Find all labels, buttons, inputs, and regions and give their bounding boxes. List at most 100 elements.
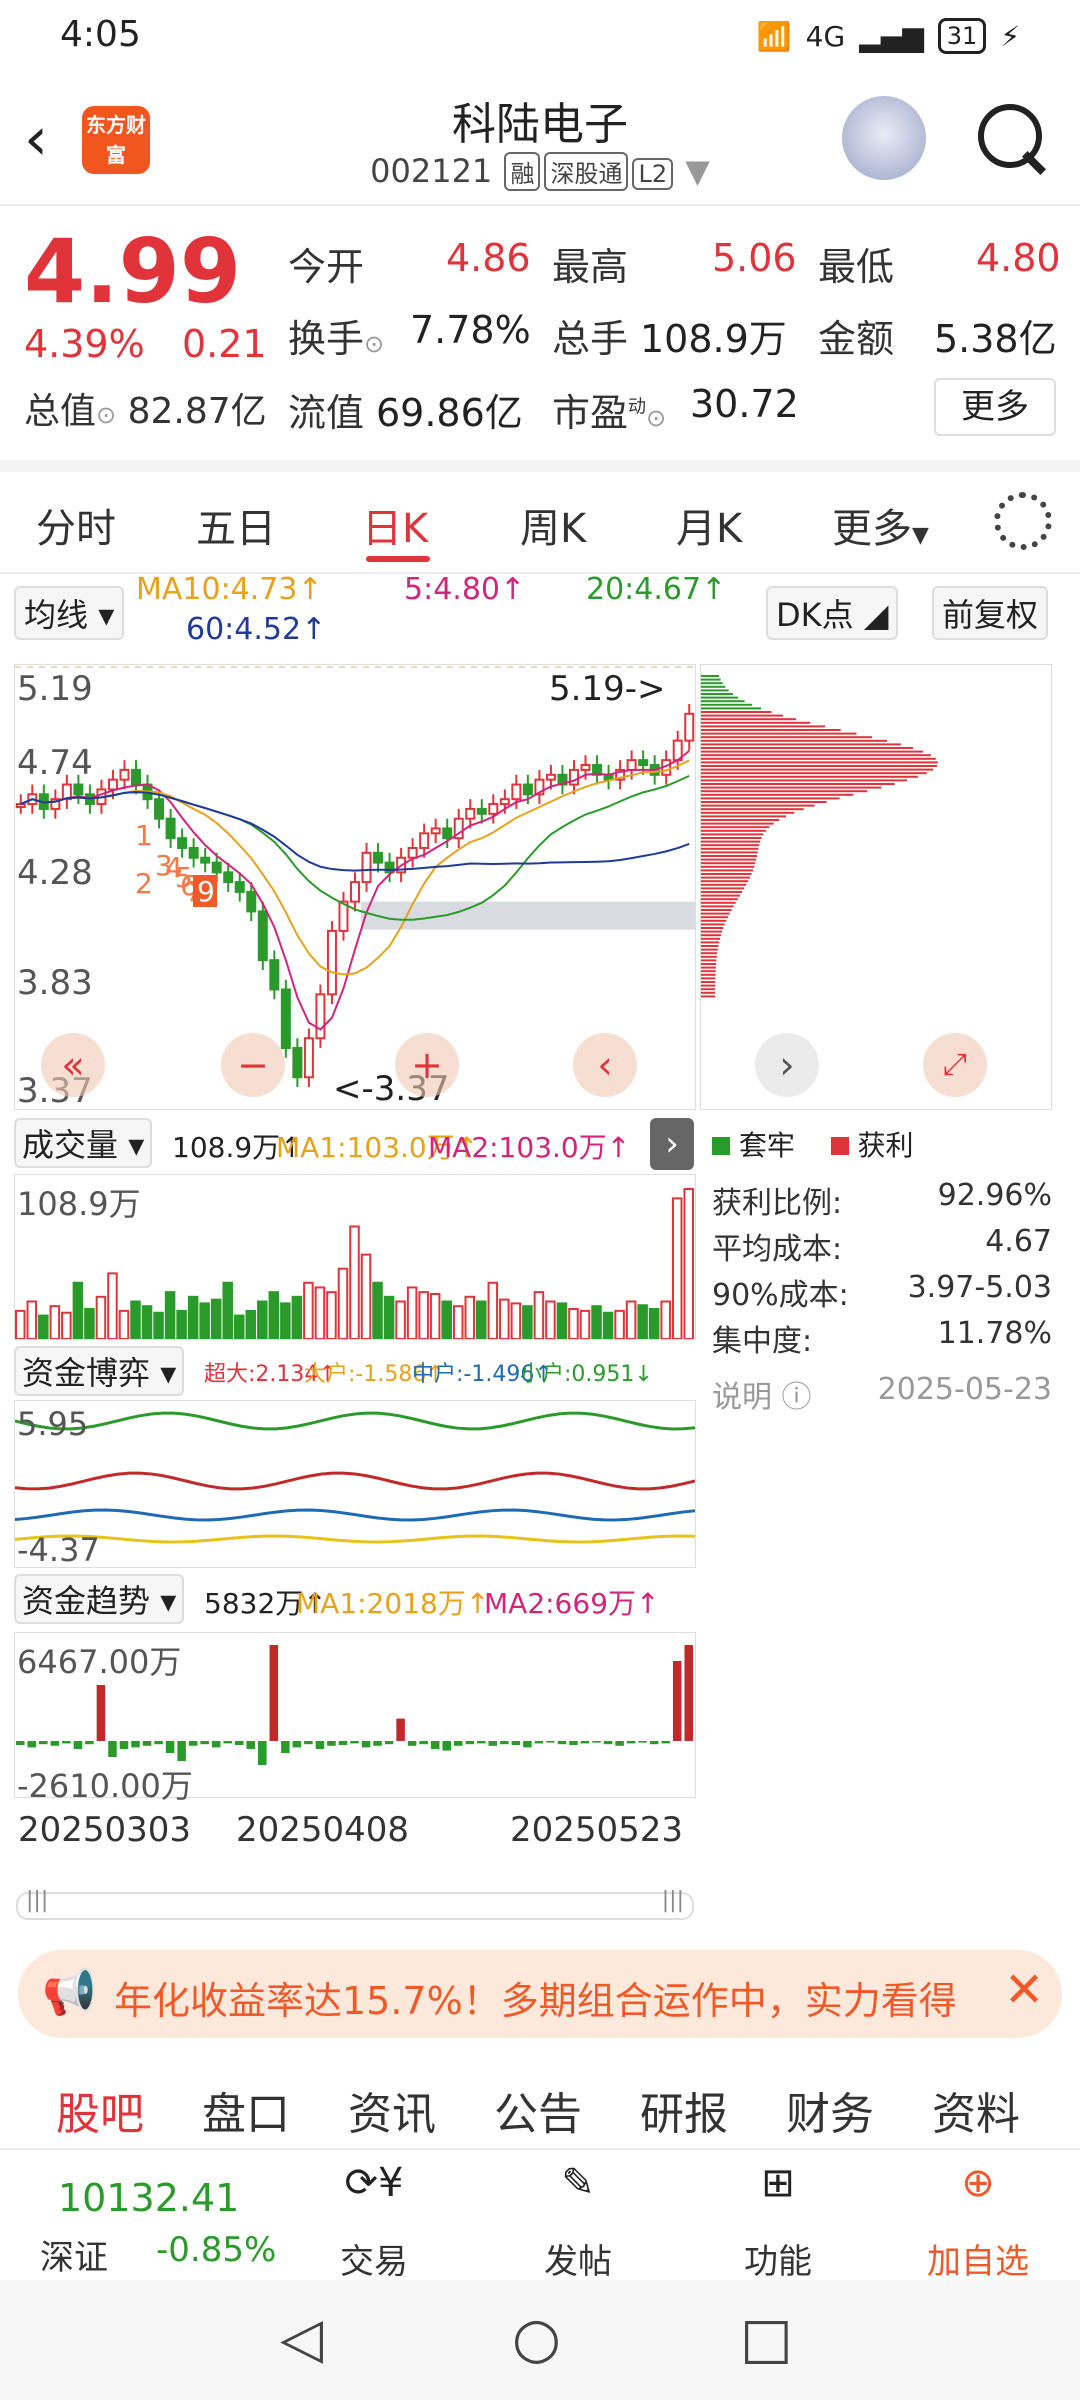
fund-game-svg	[14, 1411, 696, 1544]
nav-back-icon[interactable]: ◁	[280, 2306, 323, 2371]
chip-bar	[701, 858, 757, 861]
fund-trend-select[interactable]: 资金趋势 ▾	[14, 1574, 185, 1624]
features-label[interactable]: 功能	[718, 2234, 838, 2283]
chip-bar	[701, 747, 914, 749]
chip-bar	[701, 754, 931, 757]
chart-scrollbar[interactable]: ||| |||	[16, 1888, 694, 1920]
expand-icon[interactable]: ⤢	[923, 1033, 987, 1097]
add-watchlist-icon[interactable]: ⊕	[928, 2160, 1028, 2206]
volume-bar	[257, 1300, 268, 1340]
dk-point-button[interactable]: DK点 ◢	[766, 586, 899, 640]
fund-trend-chart[interactable]: 6467.00万 -2610.00万	[14, 1632, 696, 1805]
volume-select[interactable]: 成交量 ▾	[14, 1118, 153, 1168]
tab-more[interactable]: 更多▼	[832, 496, 929, 554]
chip-bar	[701, 930, 723, 933]
event-marker: 9	[197, 875, 215, 908]
tab-daily-k[interactable]: 日K	[362, 496, 428, 554]
candle-body	[384, 861, 395, 874]
tab-pankou[interactable]: 盘口	[202, 2078, 290, 2142]
trade-label[interactable]: 交易	[314, 2234, 434, 2283]
megaphone-icon: 📢	[42, 1967, 97, 2018]
chip-bar	[701, 873, 752, 875]
candle-body	[465, 807, 476, 820]
promo-banner[interactable]: 📢 年化收益率达15.7%！多期组合运作中，实力看得 ✕	[18, 1950, 1062, 2038]
nav-home-icon[interactable]: ○	[512, 2306, 561, 2371]
tab-announcement[interactable]: 公告	[494, 2078, 582, 2142]
tab-weekly-k[interactable]: 周K	[520, 496, 586, 554]
candle-body	[626, 759, 637, 771]
dropdown-icon[interactable]: ▼	[685, 152, 710, 190]
tab-research[interactable]: 研报	[640, 2078, 728, 2142]
date-label: 20250408	[236, 1810, 410, 1850]
fund-game-select[interactable]: 资金博弈 ▾	[14, 1346, 185, 1396]
fund-trend-bar	[453, 1741, 463, 1746]
tab-monthly-k[interactable]: 月K	[676, 496, 742, 554]
battery-icon: 31	[937, 18, 987, 54]
volume-bar	[591, 1305, 602, 1340]
volume-bar	[683, 1188, 694, 1340]
chip-bar	[701, 941, 720, 944]
index-value[interactable]: 10132.41	[58, 2176, 239, 2220]
volume-bar	[314, 1286, 326, 1340]
volume-label: 总手	[552, 317, 629, 361]
more-button[interactable]: 更多	[934, 378, 1056, 436]
fund-trend-bar	[211, 1741, 221, 1748]
chip-bar	[701, 801, 827, 803]
tag-connect: 深股通	[544, 152, 629, 191]
tab-finance[interactable]: 财务	[786, 2078, 874, 2142]
fund-game-chart[interactable]: 5.95 -4.37	[14, 1400, 696, 1569]
chip-bar	[701, 912, 730, 915]
chip-distribution[interactable]: › ⤢	[700, 664, 1052, 1110]
volume-bar	[153, 1311, 164, 1340]
trade-icon[interactable]: ⟳¥	[324, 2160, 424, 2206]
assistant-robot-icon[interactable]	[842, 96, 926, 180]
tab-news[interactable]: 资讯	[348, 2078, 436, 2142]
tab-guba[interactable]: 股吧	[56, 2078, 144, 2142]
index-percent[interactable]: -0.85%	[156, 2230, 276, 2270]
features-icon[interactable]: ⊞	[728, 2160, 828, 2206]
expand-panel-button[interactable]: ›	[650, 1118, 694, 1170]
tab-intraday[interactable]: 分时	[36, 496, 116, 554]
add-watchlist-label[interactable]: 加自选	[918, 2234, 1038, 2283]
volume-bar	[614, 1309, 625, 1340]
gear-icon[interactable]	[994, 492, 1052, 550]
tab-profile[interactable]: 资料	[932, 2078, 1020, 2142]
candle-body	[499, 798, 510, 806]
candle-body	[373, 851, 384, 864]
next-icon[interactable]: ›	[755, 1033, 819, 1097]
nav-recents-icon[interactable]: □	[740, 2306, 793, 2371]
max-price-label: 5.19->	[549, 669, 666, 709]
scroll-left-icon[interactable]: «	[41, 1033, 105, 1097]
system-nav-bar: ◁ ○ □	[0, 2280, 1080, 2400]
index-market[interactable]: 深证	[40, 2230, 108, 2279]
y-label: 4.28	[17, 853, 93, 893]
candle-body	[165, 817, 176, 840]
zoom-in-button[interactable]: +	[395, 1033, 459, 1097]
post-label[interactable]: 发帖	[518, 2234, 638, 2283]
ma10-line	[20, 759, 690, 976]
volume-bar	[107, 1272, 118, 1340]
amount-value: 5.38亿	[934, 317, 1057, 361]
close-icon[interactable]: ✕	[1004, 1962, 1044, 2018]
volume-bar	[637, 1304, 648, 1340]
search-icon[interactable]	[978, 104, 1042, 168]
kline-chart[interactable]: 123456789 5.19 4.74 4.28 3.83 3.37 5.19-…	[14, 664, 696, 1111]
post-icon[interactable]: ✎	[528, 2160, 628, 2206]
adjust-button[interactable]: 前复权	[932, 586, 1049, 640]
chip-bar	[701, 934, 722, 937]
fund-trend-ma2: MA2:669万↑	[484, 1587, 660, 1620]
tab-five-day[interactable]: 五日	[196, 496, 276, 554]
scroll-handle-left[interactable]: |||	[26, 1888, 48, 1913]
footer-bar: 10132.41 深证 -0.85% ⟳¥ 交易 ✎ 发帖 ⊞ 功能 ⊕ 加自选	[0, 2148, 1080, 2283]
scroll-handle-right[interactable]: |||	[662, 1888, 684, 1913]
chip-bar	[701, 927, 724, 929]
chip-bar	[701, 880, 749, 883]
chip-bar	[701, 977, 716, 980]
volume-chart[interactable]: 108.9万	[14, 1174, 696, 1340]
ma-select[interactable]: 均线 ▾	[14, 586, 125, 640]
quote-panel: 4.99 4.39% 0.21 总值⊙ 82.87亿 今开 4.86 最高 5.…	[0, 206, 1080, 456]
prev-icon[interactable]: ‹	[573, 1033, 637, 1097]
change-percent: 4.39%	[24, 322, 145, 366]
tag-level2: L2	[632, 158, 674, 190]
zoom-out-button[interactable]: −	[221, 1033, 285, 1097]
